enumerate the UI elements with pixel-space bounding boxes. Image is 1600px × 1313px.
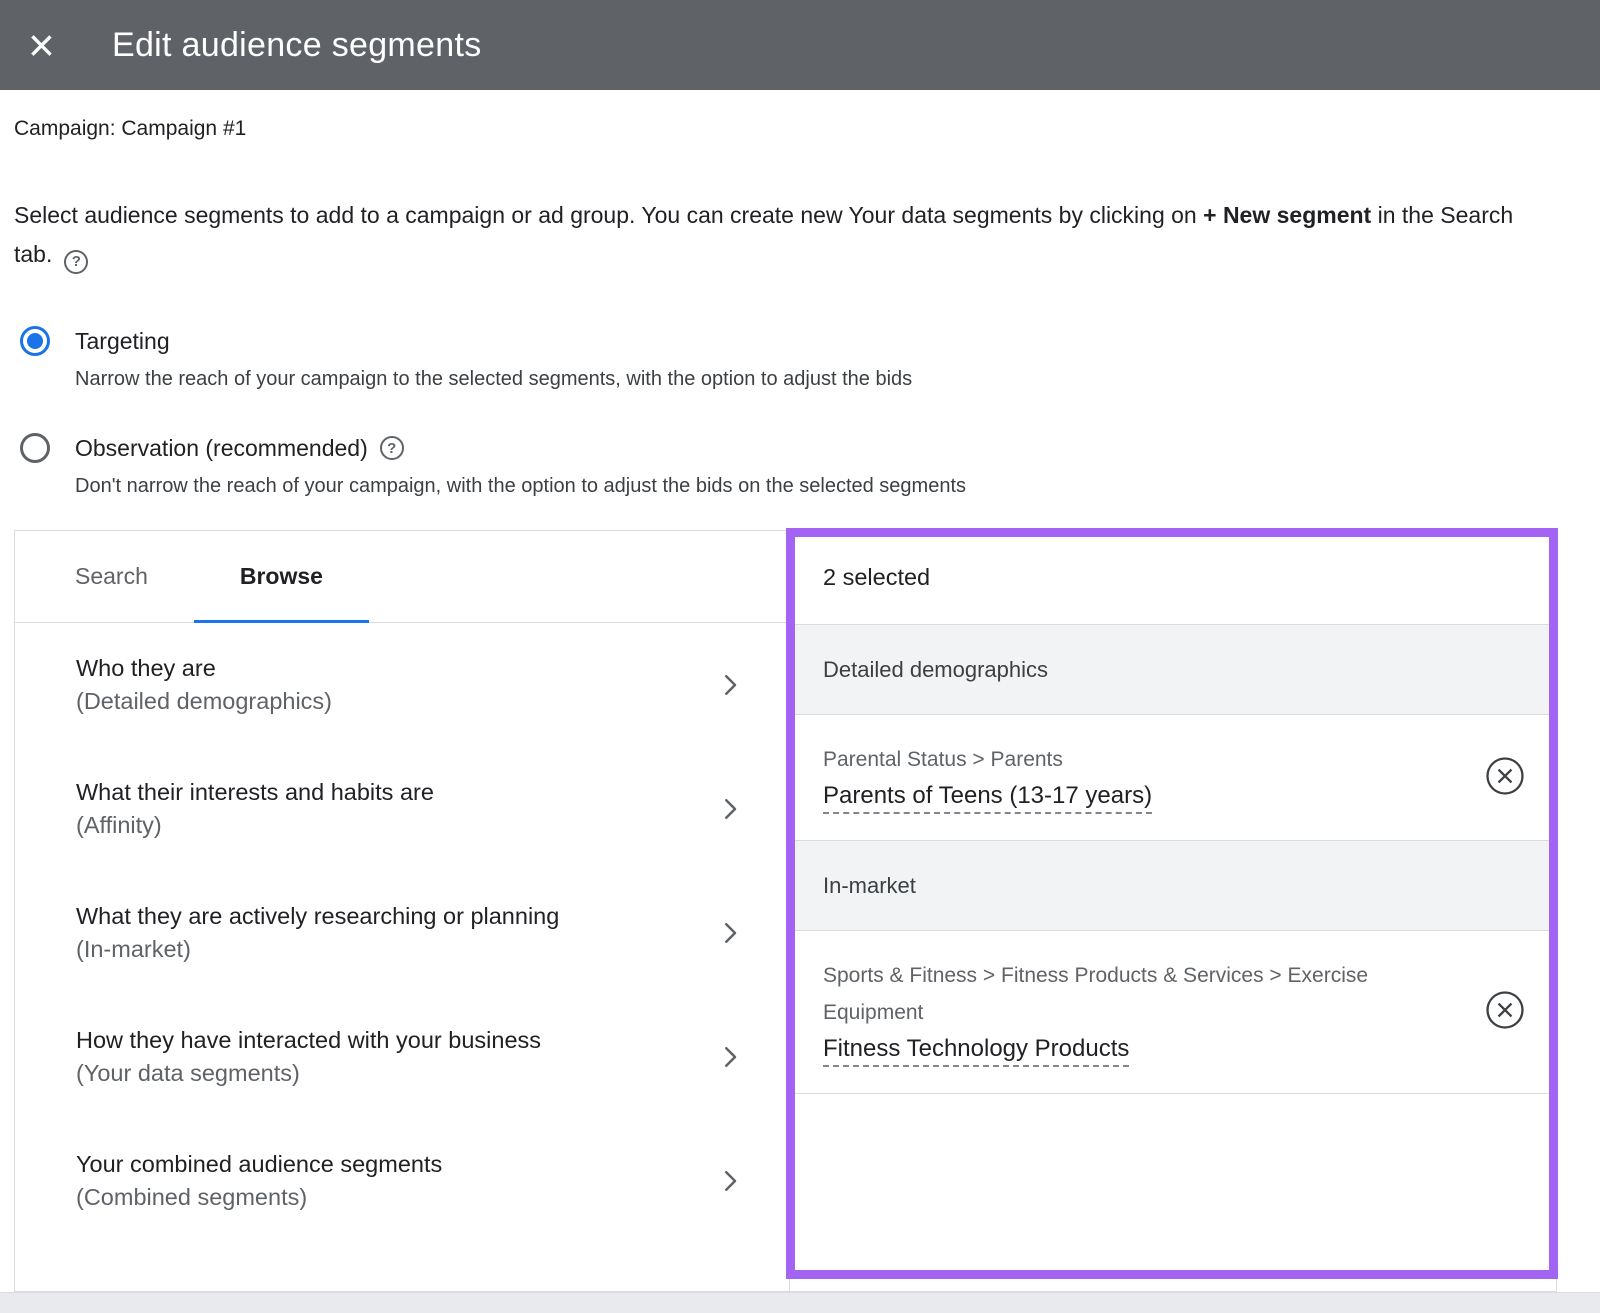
browse-item-title: How they have interacted with your busin…: [76, 1024, 541, 1057]
chevron-right-icon: [715, 670, 745, 700]
remove-segment-icon[interactable]: [1484, 989, 1526, 1031]
selected-segment-fitness-technology: Sports & Fitness > Fitness Products & Se…: [790, 931, 1556, 1094]
chevron-right-icon: [715, 1042, 745, 1072]
intro-text-part1: Select audience segments to add to a cam…: [14, 202, 1203, 228]
browse-item-combined-segments[interactable]: Your combined audience segments (Combine…: [15, 1119, 789, 1243]
browse-item-subtitle: (Affinity): [76, 809, 434, 842]
close-icon[interactable]: ×: [28, 22, 78, 68]
intro-text-bold: + New segment: [1203, 202, 1371, 228]
browse-item-text: How they have interacted with your busin…: [76, 1024, 541, 1090]
segment-text: Parental Status > Parents Parents of Tee…: [823, 741, 1152, 810]
browse-item-subtitle: (Combined segments): [76, 1181, 442, 1214]
group-header-in-market: In-market: [790, 841, 1556, 931]
browse-item-text: Who they are (Detailed demographics): [76, 652, 332, 718]
observation-option-row[interactable]: Observation (recommended) ?: [20, 433, 1600, 463]
targeting-option[interactable]: Targeting Narrow the reach of your campa…: [20, 326, 1600, 391]
campaign-label: Campaign: Campaign #1: [14, 117, 1600, 141]
browse-item-who-they-are[interactable]: Who they are (Detailed demographics): [15, 623, 789, 747]
intro-text: Select audience segments to add to a cam…: [14, 196, 1514, 274]
segment-path: Sports & Fitness > Fitness Products & Se…: [823, 957, 1435, 1031]
edit-audience-segments-dialog: × Edit audience segments Campaign: Campa…: [0, 0, 1600, 498]
dialog-title: Edit audience segments: [112, 26, 482, 65]
browse-list: Who they are (Detailed demographics) Wha…: [15, 623, 789, 1291]
browse-item-text: What their interests and habits are (Aff…: [76, 776, 434, 842]
chevron-right-icon: [715, 794, 745, 824]
targeting-option-label: Targeting: [75, 328, 170, 355]
browse-item-subtitle: (In-market): [76, 933, 559, 966]
tab-browse-label: Browse: [240, 563, 323, 590]
tab-search[interactable]: Search: [29, 531, 194, 622]
tab-browse[interactable]: Browse: [194, 531, 369, 622]
selected-count: 2 selected: [790, 531, 1556, 625]
browse-item-title: What their interests and habits are: [76, 776, 434, 809]
observation-option[interactable]: Observation (recommended) ? Don't narrow…: [20, 433, 1600, 498]
targeting-option-row[interactable]: Targeting: [20, 326, 1600, 356]
segment-name-text: Parents of Teens (13-17 years): [823, 782, 1152, 814]
dialog-header: × Edit audience segments: [0, 0, 1600, 90]
browse-item-title: Who they are: [76, 652, 332, 685]
audience-segments-panel: Search Browse Who they are (Detailed dem…: [14, 530, 1557, 1292]
browse-item-title: Your combined audience segments: [76, 1148, 442, 1181]
segment-path: Parental Status > Parents: [823, 741, 1152, 778]
segment-text: Sports & Fitness > Fitness Products & Se…: [823, 957, 1435, 1063]
segment-name-text: Fitness Technology Products: [823, 1035, 1129, 1067]
radio-unchecked-icon[interactable]: [20, 433, 50, 463]
help-icon[interactable]: ?: [380, 436, 404, 460]
chevron-right-icon: [715, 918, 745, 948]
group-header-detailed-demographics: Detailed demographics: [790, 625, 1556, 715]
help-icon[interactable]: ?: [64, 250, 88, 274]
browse-item-title: What they are actively researching or pl…: [76, 900, 559, 933]
selected-segments-panel: 2 selected Detailed demographics Parenta…: [790, 531, 1556, 1291]
browse-panel: Search Browse Who they are (Detailed dem…: [15, 531, 790, 1291]
browse-item-business-interactions[interactable]: How they have interacted with your busin…: [15, 995, 789, 1119]
selected-segment-parents-of-teens: Parental Status > Parents Parents of Tee…: [790, 715, 1556, 841]
browse-item-in-market[interactable]: What they are actively researching or pl…: [15, 871, 789, 995]
tab-search-label: Search: [75, 563, 148, 590]
targeting-option-description: Narrow the reach of your campaign to the…: [75, 368, 1600, 391]
browse-item-text: What they are actively researching or pl…: [76, 900, 559, 966]
chevron-right-icon: [715, 1166, 745, 1196]
targeting-setting-group: Targeting Narrow the reach of your campa…: [20, 326, 1600, 498]
observation-option-label: Observation (recommended): [75, 435, 368, 462]
browse-item-subtitle: (Your data segments): [76, 1057, 541, 1090]
browse-item-interests-habits[interactable]: What their interests and habits are (Aff…: [15, 747, 789, 871]
browse-item-subtitle: (Detailed demographics): [76, 685, 332, 718]
radio-checked-icon[interactable]: [20, 326, 50, 356]
browse-item-text: Your combined audience segments (Combine…: [76, 1148, 442, 1214]
segment-name: Parents of Teens (13-17 years): [823, 782, 1152, 810]
remove-segment-icon[interactable]: [1484, 755, 1526, 797]
bottom-strip: [0, 1292, 1600, 1313]
tabs-row: Search Browse: [15, 531, 789, 623]
segment-name: Fitness Technology Products: [823, 1035, 1435, 1063]
observation-option-description: Don't narrow the reach of your campaign,…: [75, 475, 1600, 498]
